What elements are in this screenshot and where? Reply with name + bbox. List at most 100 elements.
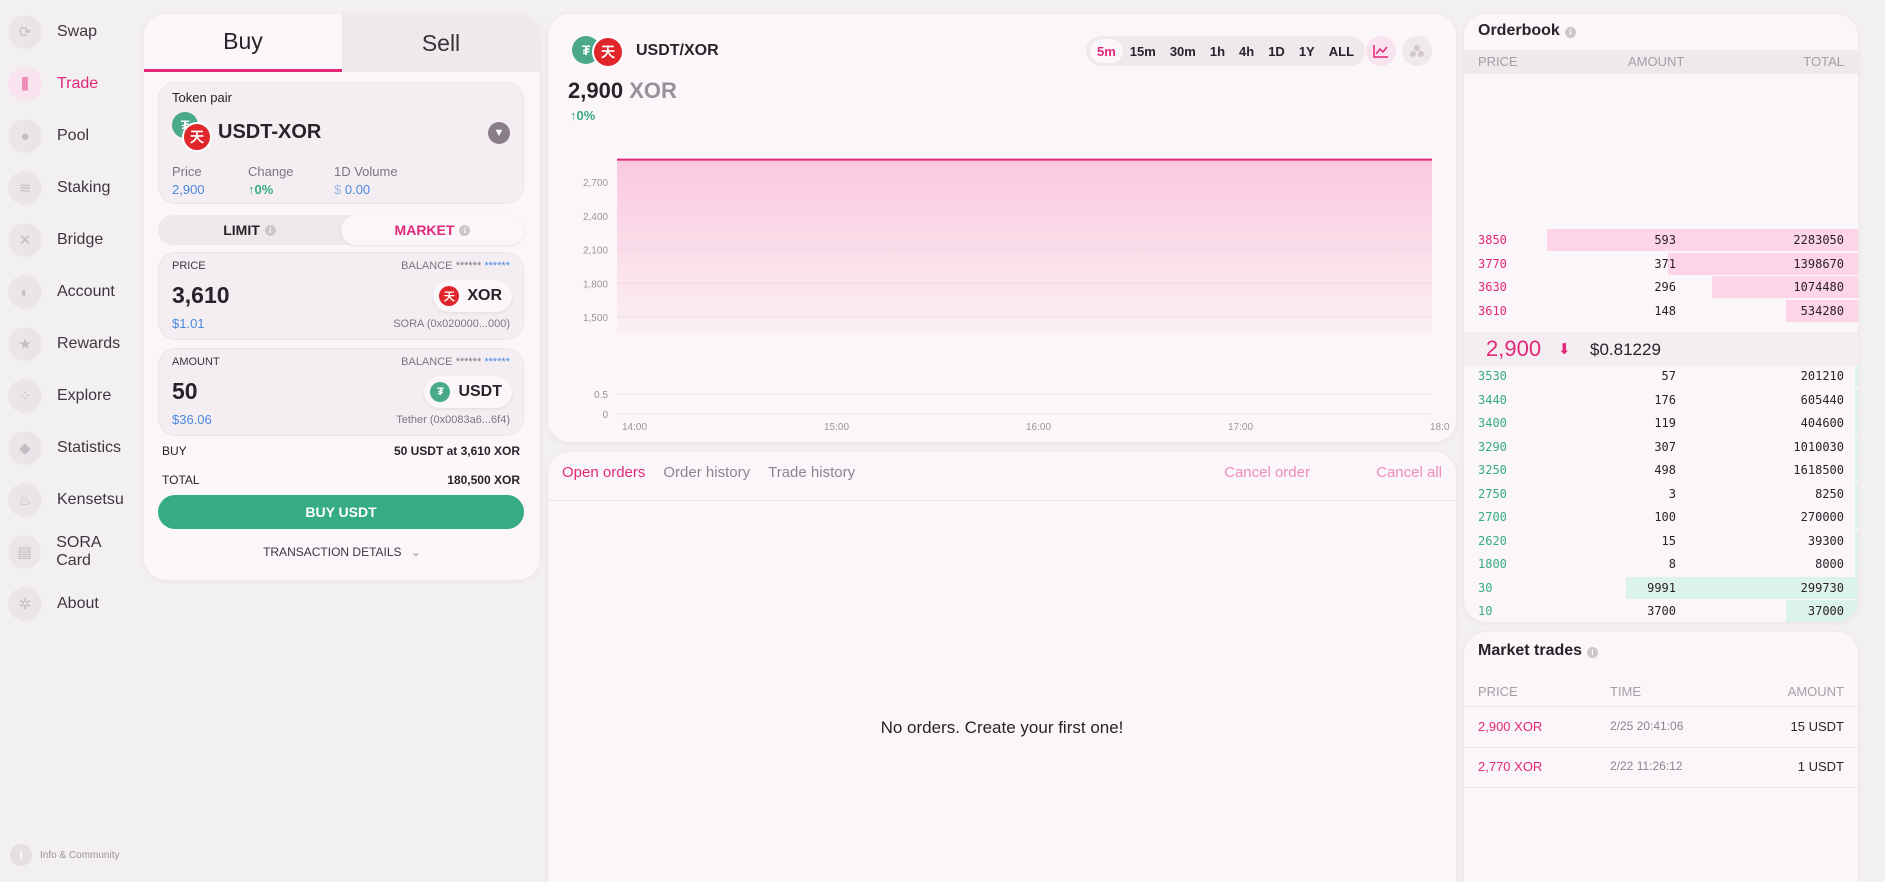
bid-row[interactable]: 2750 3 8250 — [1464, 482, 1858, 505]
info-icon[interactable]: i — [1587, 647, 1599, 658]
ask-row[interactable]: 3630 296 1074480 — [1464, 276, 1858, 298]
cancel-all-button[interactable]: Cancel all — [1376, 464, 1442, 481]
sidebar-item-label: Trade — [57, 75, 99, 92]
tab-open-orders[interactable]: Open orders — [562, 464, 645, 481]
bid-row[interactable]: 3290 307 1010030 — [1464, 435, 1858, 458]
bid-depth-bar — [1855, 482, 1858, 505]
bid-row[interactable]: 2700 100 270000 — [1464, 506, 1858, 528]
price-input-label: PRICE — [172, 260, 206, 272]
price-chart[interactable]: 1,500 1,800 2,100 2,400 2,700 0 0.5 14:00 15:00 1… — [548, 134, 1456, 434]
price-tick-label: 2,100 — [583, 246, 608, 257]
chart-price-value: 2,900 — [568, 78, 624, 103]
tab-buy[interactable]: Buy — [144, 14, 342, 72]
sidebar-item-trade[interactable]: ⫼ Trade — [8, 64, 138, 104]
info-icon[interactable]: i — [1564, 27, 1576, 38]
interval-1d[interactable]: 1D — [1261, 39, 1292, 63]
cancel-order-button[interactable]: Cancel order — [1224, 464, 1310, 481]
sidebar-item-about[interactable]: ✲ About — [8, 584, 138, 624]
chart-pair-icons: ₮ 天 — [572, 36, 624, 68]
bid-price: 2700 — [1478, 510, 1507, 524]
tab-order-history[interactable]: Order history — [663, 464, 750, 481]
change-stat-label: Change — [248, 164, 294, 179]
price-token-select[interactable]: 天 XOR — [433, 280, 512, 312]
order-type-limit-label: LIMIT — [223, 222, 260, 238]
sidebar-item-rewards[interactable]: ★ Rewards — [8, 324, 138, 364]
interval-1y[interactable]: 1Y — [1292, 39, 1322, 63]
orderbook-header-amount: AMOUNT — [1628, 54, 1685, 69]
tab-trade-history[interactable]: Trade history — [768, 464, 855, 481]
x-tick-label: 17:00 — [1228, 422, 1253, 433]
interval-1h[interactable]: 1h — [1203, 39, 1232, 63]
pair-name[interactable]: USDT-XOR — [218, 121, 321, 144]
interval-5m[interactable]: 5m — [1090, 39, 1123, 63]
bid-price: 2750 — [1478, 486, 1507, 501]
bid-price: 30 — [1478, 580, 1493, 595]
usdt-icon: ₮ — [430, 382, 451, 402]
sidebar-item-sora-card[interactable]: ▤ SORA Card — [8, 532, 138, 572]
candlestick-icon[interactable] — [1402, 36, 1432, 66]
orders-tabs: Open orders Order history Trade history — [562, 464, 873, 481]
amount-input[interactable]: 50 — [172, 378, 198, 405]
volume-stat-label: 1D Volume — [334, 164, 398, 179]
ask-total: 2283050 — [1793, 233, 1844, 247]
bid-price: 3440 — [1478, 392, 1507, 407]
bid-amount: 498 — [1654, 463, 1676, 477]
price-stat-label: Price — [172, 164, 202, 179]
ask-row[interactable]: 3770 371 1398670 — [1464, 252, 1858, 275]
ask-row[interactable]: 3850 593 2283050 — [1464, 229, 1858, 251]
bid-row[interactable]: 3250 498 1618500 — [1464, 459, 1858, 481]
pool-icon: ● — [8, 119, 42, 153]
amount-token-symbol: USDT — [458, 383, 502, 400]
trade-amount: 1 USDT — [1797, 759, 1844, 774]
x-tick-label: 16:00 — [1026, 422, 1051, 433]
bid-row[interactable]: 3440 176 605440 — [1464, 388, 1858, 411]
order-type-market[interactable]: MARKET i — [341, 215, 524, 245]
info-community-link[interactable]: i Info & Community — [10, 844, 119, 866]
orderbook-header-total: TOTAL — [1803, 54, 1844, 69]
sidebar-item-swap[interactable]: ⟳ Swap — [8, 12, 138, 52]
sidebar-item-pool[interactable]: ● Pool — [8, 116, 138, 156]
bid-row[interactable]: 30 9991 299730 — [1464, 576, 1858, 599]
orderbook-header-price: PRICE — [1478, 54, 1518, 69]
bid-depth-bar — [1855, 459, 1858, 481]
bid-row[interactable]: 10 3700 37000 — [1464, 600, 1858, 622]
sidebar-item-account[interactable]: ◐ Account — [8, 272, 138, 312]
sidebar-item-kensetsu[interactable]: ♨ Kensetsu — [8, 480, 138, 520]
bid-row[interactable]: 2620 15 39300 — [1464, 529, 1858, 552]
transaction-details-toggle[interactable]: TRANSACTION DETAILS ⌄ — [144, 545, 540, 559]
line-chart-icon[interactable] — [1366, 36, 1396, 66]
bid-row[interactable]: 3530 57 201210 — [1464, 365, 1858, 387]
trade-amount: 15 USDT — [1790, 719, 1844, 734]
interval-30m[interactable]: 30m — [1163, 39, 1203, 63]
sidebar-item-explore[interactable]: ⁘ Explore — [8, 376, 138, 416]
amount-token-select[interactable]: ₮ USDT — [424, 376, 512, 408]
info-icon[interactable]: i — [459, 224, 471, 236]
xor-icon: 天 — [592, 36, 624, 68]
bid-row[interactable]: 1800 8 8000 — [1464, 553, 1858, 575]
price-input[interactable]: 3,610 — [172, 282, 230, 309]
interval-all[interactable]: ALL — [1322, 39, 1361, 63]
sidebar-item-bridge[interactable]: ✕ Bridge — [8, 220, 138, 260]
xor-icon: 天 — [439, 286, 460, 306]
sidebar-item-staking[interactable]: ≋ Staking — [8, 168, 138, 208]
bid-total: 270000 — [1800, 510, 1844, 524]
bid-total: 1010030 — [1793, 439, 1844, 454]
bid-price: 2620 — [1478, 533, 1507, 548]
order-type-limit[interactable]: LIMIT i — [158, 215, 341, 245]
chevron-down-icon[interactable]: ▼ — [488, 122, 510, 144]
orderbook-title: Orderbook i — [1478, 22, 1576, 40]
interval-4h[interactable]: 4h — [1232, 39, 1261, 63]
interval-15m[interactable]: 15m — [1123, 39, 1163, 63]
sidebar-item-statistics[interactable]: ◆ Statistics — [8, 428, 138, 468]
bid-depth-bar — [1855, 529, 1858, 552]
tab-sell[interactable]: Sell — [342, 14, 540, 72]
bid-row[interactable]: 3400 119 404600 — [1464, 412, 1858, 434]
bid-total: 8250 — [1815, 486, 1844, 501]
amount-input-label: AMOUNT — [172, 356, 220, 368]
summary-total-row: TOTAL 180,500 XOR — [162, 473, 520, 487]
volume-currency: $ — [334, 182, 342, 197]
price-area — [617, 159, 1432, 334]
buy-usdt-button[interactable]: BUY USDT — [158, 495, 524, 529]
ask-row[interactable]: 3610 148 534280 — [1464, 299, 1858, 322]
info-icon[interactable]: i — [264, 224, 276, 236]
